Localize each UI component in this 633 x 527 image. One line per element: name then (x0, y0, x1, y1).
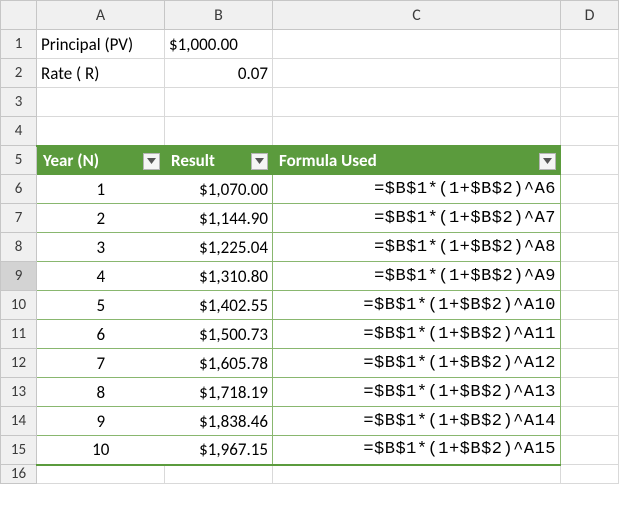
cell-C4[interactable] (273, 117, 561, 146)
cell-D5[interactable] (561, 146, 619, 175)
cell-B1[interactable]: $1,000.00 (165, 30, 273, 59)
cell-B2[interactable]: 0.07 (165, 59, 273, 88)
filter-dropdown-year[interactable] (143, 153, 160, 170)
row-header-3[interactable]: 3 (1, 88, 37, 117)
col-header-C[interactable]: C (273, 1, 561, 30)
cell-D7[interactable] (561, 204, 619, 233)
cell-D12[interactable] (561, 349, 619, 378)
cell-A8[interactable]: 3 (37, 233, 165, 262)
row-header-12[interactable]: 12 (1, 349, 37, 378)
row-header-16[interactable]: 16 (1, 465, 37, 484)
cell-D10[interactable] (561, 291, 619, 320)
cell-A10[interactable]: 5 (37, 291, 165, 320)
cell-D6[interactable] (561, 175, 619, 204)
cell-A4[interactable] (37, 117, 165, 146)
cell-A1[interactable]: Principal (PV) (37, 30, 165, 59)
cell-C16[interactable] (273, 465, 561, 484)
cell-C3[interactable] (273, 88, 561, 117)
cell-D8[interactable] (561, 233, 619, 262)
cell-C1[interactable] (273, 30, 561, 59)
row-header-9[interactable]: 9 (1, 262, 37, 291)
row-header-10[interactable]: 10 (1, 291, 37, 320)
cell-B10[interactable]: $1,402.55 (165, 291, 273, 320)
chevron-down-icon (255, 158, 264, 164)
cell-C2[interactable] (273, 59, 561, 88)
row-header-7[interactable]: 7 (1, 204, 37, 233)
cell-C7[interactable]: =$B$1*(1+$B$2)^A7 (273, 204, 561, 233)
table-header-result[interactable]: Result (165, 146, 273, 175)
table-header-year-label: Year (N) (43, 150, 99, 171)
cell-C11[interactable]: =$B$1*(1+$B$2)^A11 (273, 320, 561, 349)
cell-B8[interactable]: $1,225.04 (165, 233, 273, 262)
cell-D4[interactable] (561, 117, 619, 146)
cell-D1[interactable] (561, 30, 619, 59)
cell-A3[interactable] (37, 88, 165, 117)
cell-C14[interactable]: =$B$1*(1+$B$2)^A14 (273, 407, 561, 436)
cell-C9[interactable]: =$B$1*(1+$B$2)^A9 (273, 262, 561, 291)
chevron-down-icon (543, 158, 552, 164)
row-header-13[interactable]: 13 (1, 378, 37, 407)
cell-A13[interactable]: 8 (37, 378, 165, 407)
column-header-row: A B C D (1, 1, 619, 30)
cell-D15[interactable] (561, 436, 619, 465)
cell-B4[interactable] (165, 117, 273, 146)
row-header-8[interactable]: 8 (1, 233, 37, 262)
row-header-2[interactable]: 2 (1, 59, 37, 88)
cell-A6[interactable]: 1 (37, 175, 165, 204)
filter-dropdown-formula[interactable] (539, 153, 556, 170)
filter-dropdown-result[interactable] (251, 153, 268, 170)
cell-B6[interactable]: $1,070.00 (165, 175, 273, 204)
cell-A12[interactable]: 7 (37, 349, 165, 378)
row-header-14[interactable]: 14 (1, 407, 37, 436)
cell-B15[interactable]: $1,967.15 (165, 436, 273, 465)
table-header-formula[interactable]: Formula Used (273, 146, 561, 175)
row-header-11[interactable]: 11 (1, 320, 37, 349)
cell-C12[interactable]: =$B$1*(1+$B$2)^A12 (273, 349, 561, 378)
row-header-1[interactable]: 1 (1, 30, 37, 59)
cell-B11[interactable]: $1,500.73 (165, 320, 273, 349)
select-all-corner[interactable] (1, 1, 37, 30)
row-header-15[interactable]: 15 (1, 436, 37, 465)
cell-C6[interactable]: =$B$1*(1+$B$2)^A6 (273, 175, 561, 204)
cell-D2[interactable] (561, 59, 619, 88)
row-header-4[interactable]: 4 (1, 117, 37, 146)
cell-B12[interactable]: $1,605.78 (165, 349, 273, 378)
cell-B7[interactable]: $1,144.90 (165, 204, 273, 233)
row-header-6[interactable]: 6 (1, 175, 37, 204)
cell-A15[interactable]: 10 (37, 436, 165, 465)
table-header-formula-label: Formula Used (279, 150, 377, 171)
cell-D3[interactable] (561, 88, 619, 117)
cell-D14[interactable] (561, 407, 619, 436)
cell-B14[interactable]: $1,838.46 (165, 407, 273, 436)
cell-A2[interactable]: Rate ( R) (37, 59, 165, 88)
table-header-year[interactable]: Year (N) (37, 146, 165, 175)
cell-A9[interactable]: 4 (37, 262, 165, 291)
cell-A14[interactable]: 9 (37, 407, 165, 436)
col-header-A[interactable]: A (37, 1, 165, 30)
cell-B13[interactable]: $1,718.19 (165, 378, 273, 407)
cell-C10[interactable]: =$B$1*(1+$B$2)^A10 (273, 291, 561, 320)
cell-B9[interactable]: $1,310.80 (165, 262, 273, 291)
cell-D9[interactable] (561, 262, 619, 291)
spreadsheet[interactable]: A B C D 1 Principal (PV) $1,000.00 2 Rat… (0, 0, 619, 484)
cell-B3[interactable] (165, 88, 273, 117)
cell-D13[interactable] (561, 378, 619, 407)
cell-D16[interactable] (561, 465, 619, 484)
cell-D11[interactable] (561, 320, 619, 349)
cell-C13[interactable]: =$B$1*(1+$B$2)^A13 (273, 378, 561, 407)
cell-C8[interactable]: =$B$1*(1+$B$2)^A8 (273, 233, 561, 262)
col-header-B[interactable]: B (165, 1, 273, 30)
chevron-down-icon (147, 158, 156, 164)
cell-A11[interactable]: 6 (37, 320, 165, 349)
cell-A7[interactable]: 2 (37, 204, 165, 233)
table-header-result-label: Result (171, 150, 215, 171)
cell-B16[interactable] (165, 465, 273, 484)
cell-A16[interactable] (37, 465, 165, 484)
row-header-5[interactable]: 5 (1, 146, 37, 175)
col-header-D[interactable]: D (561, 1, 619, 30)
cell-C15[interactable]: =$B$1*(1+$B$2)^A15 (273, 436, 561, 465)
